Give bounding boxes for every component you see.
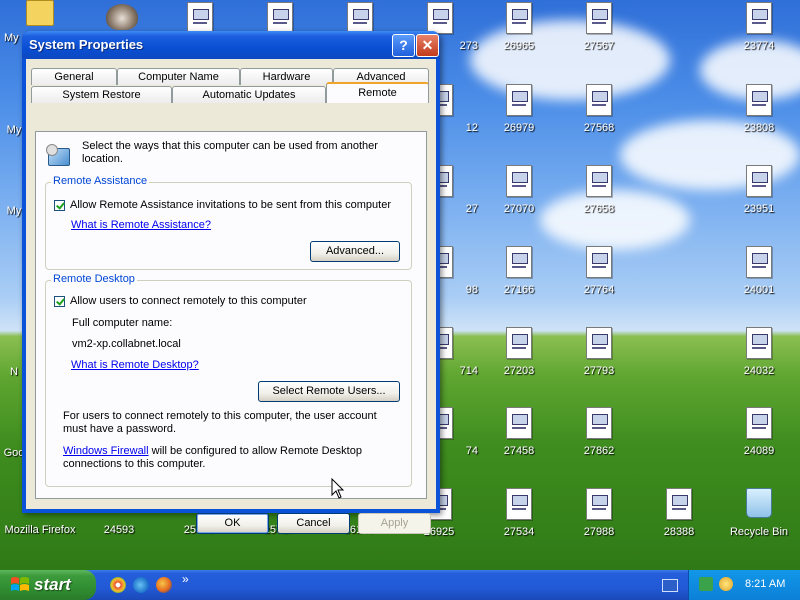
what-is-remote-desktop-link[interactable]: What is Remote Desktop?: [71, 359, 199, 371]
tab-remote[interactable]: Remote: [326, 82, 429, 103]
document-icon[interactable]: 27166: [479, 246, 559, 312]
ok-button[interactable]: OK: [196, 513, 269, 534]
network-tray-icon[interactable]: [699, 577, 713, 591]
document-icon[interactable]: 24001: [719, 246, 799, 312]
recycle-bin-icon[interactable]: Recycle Bin: [719, 488, 799, 554]
full-computer-name-label: Full computer name:: [72, 317, 173, 329]
search-tray-icon[interactable]: [719, 577, 733, 591]
password-note: For users to connect remotely to this co…: [63, 410, 377, 435]
start-button[interactable]: start: [0, 570, 96, 600]
what-is-remote-assistance-link[interactable]: What is Remote Assistance?: [71, 219, 211, 231]
clock[interactable]: 8:21 AM: [745, 578, 785, 590]
remote-desktop-label: Remote Desktop: [51, 273, 137, 285]
keyboard-icon[interactable]: [662, 579, 678, 592]
remote-desktop-checkbox-label[interactable]: Allow users to connect remotely to this …: [70, 295, 307, 307]
document-icon[interactable]: 27567: [559, 2, 639, 68]
tab-hardware[interactable]: Hardware: [240, 68, 333, 85]
document-icon[interactable]: 24032: [719, 327, 799, 393]
tab-automatic-updates[interactable]: Automatic Updates: [172, 86, 326, 103]
remote-tab-panel: Select the ways that this computer can b…: [35, 131, 427, 499]
help-button[interactable]: ?: [392, 34, 415, 57]
mouse-cursor-icon: [331, 478, 345, 499]
document-icon[interactable]: 27793: [559, 327, 639, 393]
document-icon[interactable]: 27458: [479, 407, 559, 473]
document-icon[interactable]: 27568: [559, 84, 639, 150]
apply-button: Apply: [358, 513, 431, 534]
document-icon[interactable]: 23951: [719, 165, 799, 231]
dialog-client: General Computer Name Hardware Advanced …: [26, 59, 436, 534]
document-icon[interactable]: 23774: [719, 2, 799, 68]
windows-firewall-link[interactable]: Windows Firewall: [63, 445, 149, 457]
system-properties-window: System Properties ? ✕ General Computer N…: [22, 31, 440, 534]
document-icon[interactable]: 27764: [559, 246, 639, 312]
remote-assistance-label: Remote Assistance: [51, 175, 150, 187]
tab-system-restore[interactable]: System Restore: [31, 86, 172, 103]
select-remote-users-button[interactable]: Select Remote Users...: [258, 381, 400, 402]
document-icon[interactable]: 27070: [479, 165, 559, 231]
quicklaunch-chevron[interactable]: »: [182, 572, 189, 586]
remote-assistance-checkbox[interactable]: [54, 200, 65, 211]
document-icon[interactable]: 26965: [479, 2, 559, 68]
document-icon[interactable]: 27862: [559, 407, 639, 473]
tab-computer-name[interactable]: Computer Name: [117, 68, 240, 85]
chrome-quicklaunch-icon[interactable]: [110, 577, 126, 593]
full-computer-name-value: vm2-xp.collabnet.local: [72, 338, 181, 350]
document-icon[interactable]: 26979: [479, 84, 559, 150]
document-icon[interactable]: 27988: [559, 488, 639, 554]
firefox-quicklaunch-icon[interactable]: [156, 577, 172, 593]
remote-desktop-checkbox[interactable]: [54, 296, 65, 307]
document-icon[interactable]: 27658: [559, 165, 639, 231]
cancel-button[interactable]: Cancel: [277, 513, 350, 534]
close-button[interactable]: ✕: [416, 34, 439, 57]
intro-text: Select the ways that this computer can b…: [82, 140, 378, 165]
internet-explorer-quicklaunch-icon[interactable]: [133, 577, 149, 593]
tab-general[interactable]: General: [31, 68, 117, 85]
taskbar: start » 8:21 AM: [0, 570, 800, 600]
firewall-note: Windows Firewall will be configured to a…: [63, 445, 403, 471]
remote-computer-icon: [46, 144, 70, 170]
remote-assistance-checkbox-label[interactable]: Allow Remote Assistance invitations to b…: [70, 199, 391, 211]
window-title: System Properties: [29, 37, 144, 52]
document-icon[interactable]: 27203: [479, 327, 559, 393]
start-label: start: [34, 575, 71, 594]
document-icon[interactable]: 23808: [719, 84, 799, 150]
system-tray: 8:21 AM: [688, 570, 800, 600]
windows-logo-icon: [11, 577, 29, 591]
document-icon[interactable]: 27534: [479, 488, 559, 554]
document-icon[interactable]: 28388: [639, 488, 719, 554]
title-bar[interactable]: System Properties ? ✕: [22, 31, 440, 59]
advanced-button[interactable]: Advanced...: [310, 241, 400, 262]
document-icon[interactable]: 24089: [719, 407, 799, 473]
